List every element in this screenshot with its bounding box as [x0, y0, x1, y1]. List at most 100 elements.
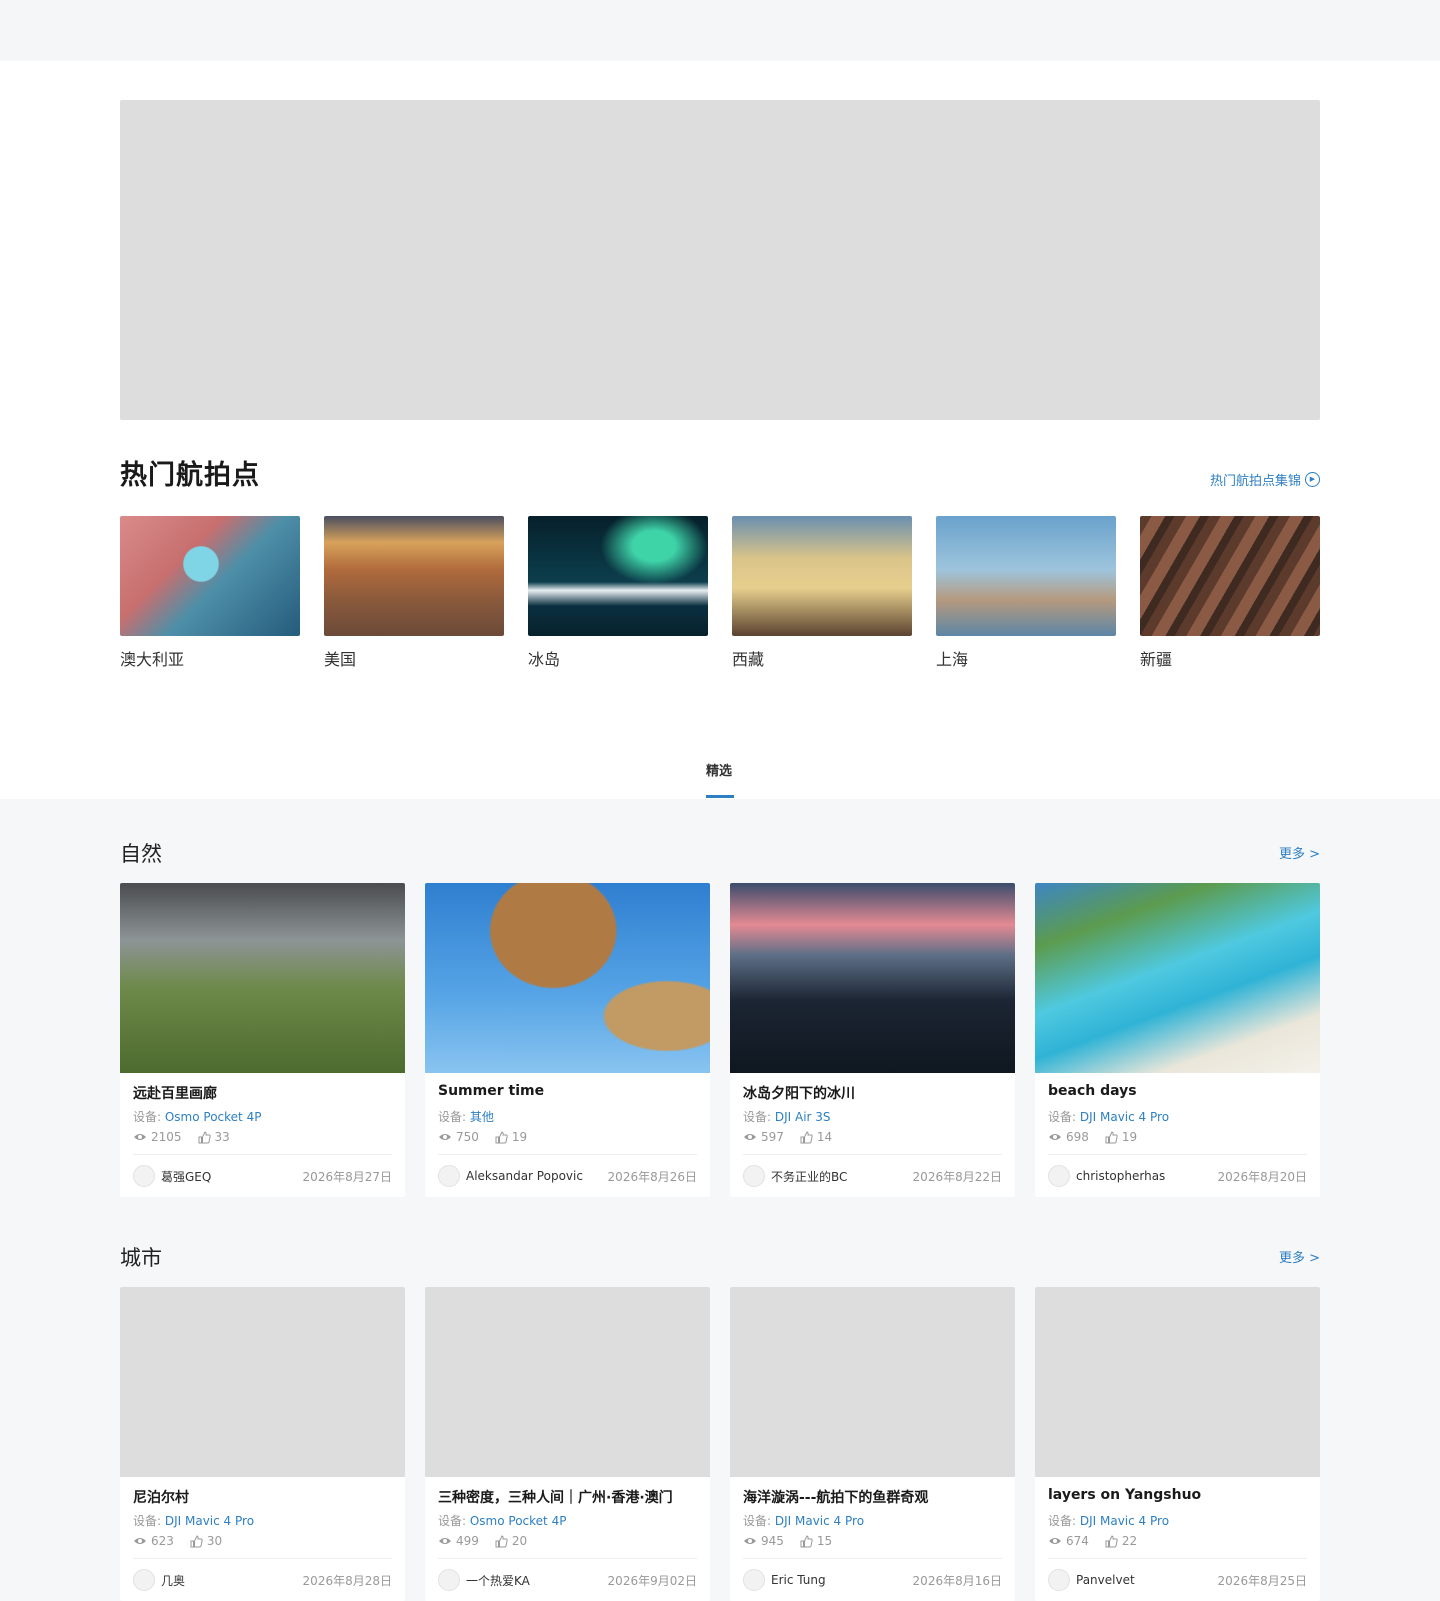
section-title-city: 城市 [120, 1246, 162, 1270]
card-title[interactable]: 远赴百里画廊 [133, 1083, 392, 1105]
card-thumbnail[interactable] [730, 883, 1015, 1073]
device-name[interactable]: 其他 [470, 1110, 494, 1124]
author-name[interactable]: Eric Tung [771, 1573, 826, 1587]
device-label: 设备: [133, 1514, 165, 1528]
avatar[interactable] [133, 1569, 155, 1591]
card-list-city: 尼泊尔村 设备: DJI Mavic 4 Pro 623 30 几奥 2026年… [120, 1287, 1320, 1601]
device-label: 设备: [1048, 1514, 1080, 1528]
more-link-city[interactable]: 更多 > [1279, 1247, 1320, 1266]
author[interactable]: 几奥 [133, 1569, 185, 1591]
hot-spot-xinjiang[interactable]: 新疆 [1140, 516, 1320, 670]
author[interactable]: 一个热爱KA [438, 1569, 530, 1591]
hot-spot-tibet[interactable]: 西藏 [732, 516, 912, 670]
video-card[interactable]: beach days 设备: DJI Mavic 4 Pro 698 19 ch… [1035, 883, 1320, 1197]
card-thumbnail[interactable] [1035, 883, 1320, 1073]
device-name[interactable]: DJI Air 3S [775, 1110, 831, 1124]
author[interactable]: 不务正业的BC [743, 1165, 847, 1187]
hot-spots-collection-link[interactable]: 热门航拍点集锦 ▶ [1210, 470, 1320, 489]
publish-date: 2026年8月26日 [607, 1169, 697, 1184]
device-name[interactable]: DJI Mavic 4 Pro [1080, 1514, 1169, 1528]
video-card[interactable]: 海洋漩涡---航拍下的鱼群奇观 设备: DJI Mavic 4 Pro 945 … [730, 1287, 1015, 1601]
author[interactable]: Panvelvet [1048, 1569, 1135, 1591]
thumbs-up-icon[interactable] [495, 1130, 508, 1144]
avatar[interactable] [133, 1165, 155, 1187]
card-title[interactable]: Summer time [438, 1083, 697, 1105]
author[interactable]: christopherhas [1048, 1165, 1165, 1187]
video-card[interactable]: 远赴百里画廊 设备: Osmo Pocket 4P 2105 33 葛强GEQ … [120, 883, 405, 1197]
card-thumbnail[interactable] [120, 1287, 405, 1477]
avatar[interactable] [743, 1165, 765, 1187]
hot-spot-shanghai[interactable]: 上海 [936, 516, 1116, 670]
hot-spot-image [1140, 516, 1320, 636]
card-thumbnail[interactable] [120, 883, 405, 1073]
author-name[interactable]: 一个热爱KA [466, 1572, 530, 1589]
avatar[interactable] [1048, 1165, 1070, 1187]
banner-carousel[interactable] [120, 100, 1320, 420]
thumbs-up-icon[interactable] [1105, 1534, 1118, 1548]
avatar[interactable] [438, 1165, 460, 1187]
author-name[interactable]: 不务正业的BC [771, 1168, 847, 1185]
thumbs-up-icon[interactable] [495, 1534, 508, 1548]
more-link-nature[interactable]: 更多 > [1279, 843, 1320, 862]
avatar[interactable] [438, 1569, 460, 1591]
publish-date: 2026年8月27日 [302, 1169, 392, 1184]
video-card[interactable]: 冰岛夕阳下的冰川 设备: DJI Air 3S 597 14 不务正业的BC 2… [730, 883, 1015, 1197]
video-card[interactable]: 尼泊尔村 设备: DJI Mavic 4 Pro 623 30 几奥 2026年… [120, 1287, 405, 1601]
tab-active-indicator [706, 795, 734, 798]
author-name[interactable]: Aleksandar Popovic [466, 1169, 583, 1183]
card-stats: 674 22 [1048, 1534, 1307, 1548]
card-title[interactable]: 三种密度，三种人间｜广州·香港·澳门 [438, 1487, 697, 1509]
card-footer: christopherhas 2026年8月20日 [1048, 1155, 1307, 1197]
card-title[interactable]: 尼泊尔村 [133, 1487, 392, 1509]
author-name[interactable]: Panvelvet [1076, 1573, 1135, 1587]
card-thumbnail[interactable] [1035, 1287, 1320, 1477]
card-thumbnail[interactable] [730, 1287, 1015, 1477]
author[interactable]: Eric Tung [743, 1569, 826, 1591]
view-count: 698 [1066, 1130, 1089, 1144]
view-count: 750 [456, 1130, 479, 1144]
card-stats: 623 30 [133, 1534, 392, 1548]
card-title[interactable]: 海洋漩涡---航拍下的鱼群奇观 [743, 1487, 1002, 1509]
card-stats: 2105 33 [133, 1130, 392, 1144]
video-card[interactable]: 三种密度，三种人间｜广州·香港·澳门 设备: Osmo Pocket 4P 49… [425, 1287, 710, 1601]
thumbs-up-icon[interactable] [198, 1130, 211, 1144]
card-title[interactable]: layers on Yangshuo [1048, 1487, 1307, 1509]
author[interactable]: Aleksandar Popovic [438, 1165, 583, 1187]
device-name[interactable]: Osmo Pocket 4P [165, 1110, 262, 1124]
hot-spot-australia[interactable]: 澳大利亚 [120, 516, 300, 670]
eye-icon [439, 1538, 451, 1544]
card-title[interactable]: 冰岛夕阳下的冰川 [743, 1083, 1002, 1105]
card-stats: 597 14 [743, 1130, 1002, 1144]
device-name[interactable]: DJI Mavic 4 Pro [165, 1514, 254, 1528]
author[interactable]: 葛强GEQ [133, 1165, 211, 1187]
video-card[interactable]: Summer time 设备: 其他 750 19 Aleksandar Pop… [425, 883, 710, 1197]
hot-spot-usa[interactable]: 美国 [324, 516, 504, 670]
like-count: 15 [816, 1534, 833, 1548]
top-navigation-bar [0, 0, 1440, 61]
eye-icon [134, 1134, 146, 1140]
hot-spot-iceland[interactable]: 冰岛 [528, 516, 708, 670]
thumbs-up-icon[interactable] [800, 1130, 813, 1144]
thumbs-up-icon[interactable] [190, 1534, 203, 1548]
card-thumbnail[interactable] [425, 1287, 710, 1477]
device-name[interactable]: DJI Mavic 4 Pro [1080, 1110, 1169, 1124]
device-name[interactable]: Osmo Pocket 4P [470, 1514, 567, 1528]
tab-featured[interactable]: 精选 [706, 760, 732, 779]
device-name[interactable]: DJI Mavic 4 Pro [775, 1514, 864, 1528]
author-name[interactable]: christopherhas [1076, 1169, 1165, 1183]
avatar[interactable] [1048, 1569, 1070, 1591]
author-name[interactable]: 几奥 [161, 1572, 185, 1589]
eye-icon [1049, 1134, 1061, 1140]
video-card[interactable]: layers on Yangshuo 设备: DJI Mavic 4 Pro 6… [1035, 1287, 1320, 1601]
card-thumbnail[interactable] [425, 883, 710, 1073]
card-footer: 不务正业的BC 2026年8月22日 [743, 1155, 1002, 1197]
publish-date: 2026年8月28日 [302, 1573, 392, 1588]
thumbs-up-icon[interactable] [800, 1534, 813, 1548]
avatar[interactable] [743, 1569, 765, 1591]
card-footer: Eric Tung 2026年8月16日 [743, 1559, 1002, 1601]
thumbs-up-icon[interactable] [1105, 1130, 1118, 1144]
author-name[interactable]: 葛强GEQ [161, 1168, 211, 1185]
card-title[interactable]: beach days [1048, 1083, 1307, 1105]
like-count: 22 [1121, 1534, 1138, 1548]
like-count: 20 [511, 1534, 528, 1548]
